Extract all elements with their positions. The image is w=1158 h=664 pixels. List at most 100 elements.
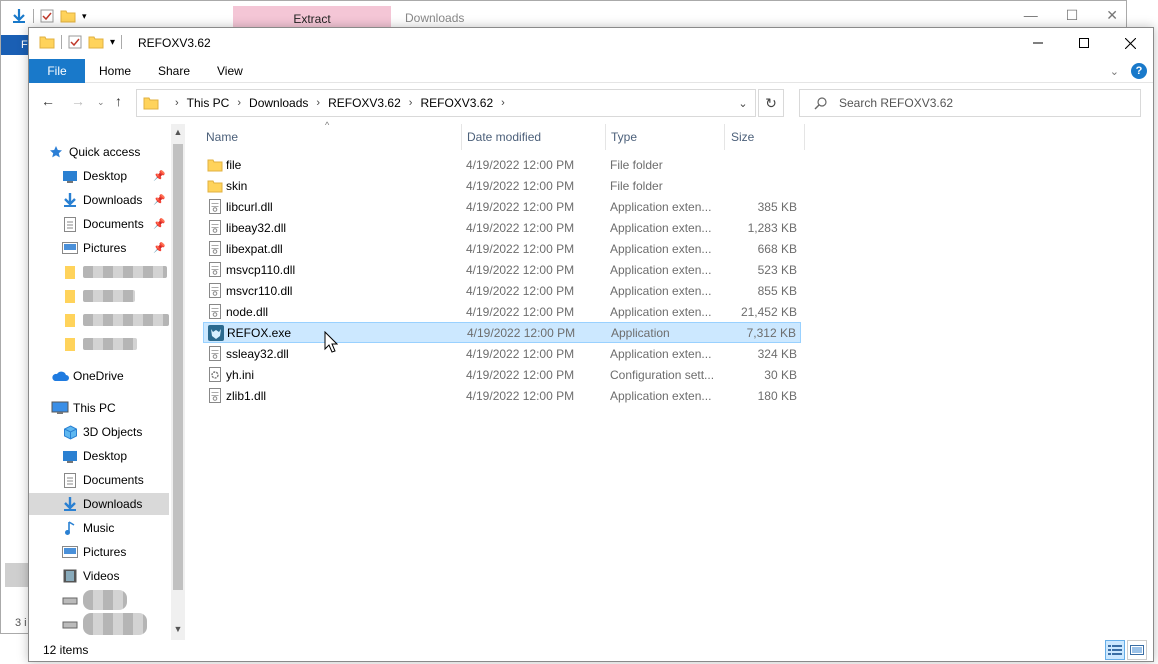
breadcrumb-refoxv362[interactable]: REFOXV3.62 — [328, 96, 401, 110]
file-date-modified: 4/19/2022 12:00 PM — [466, 367, 575, 382]
refresh-button[interactable]: ↻ — [758, 89, 784, 117]
file-name: file — [226, 157, 242, 172]
file-row[interactable]: zlib1.dll 4/19/2022 12:00 PM Application e… — [203, 385, 801, 406]
breadcrumb-downloads[interactable]: Downloads — [249, 96, 308, 110]
properties-icon — [40, 9, 54, 23]
maximize-button[interactable] — [1061, 28, 1107, 58]
nav-onedrive[interactable]: OneDrive — [51, 365, 171, 387]
nav-redacted-folder[interactable] — [61, 261, 171, 283]
file-row[interactable]: skin 4/19/2022 12:00 PM File folder — [203, 175, 801, 196]
chevron-right-icon[interactable]: › — [409, 97, 413, 109]
nav-quick-documents[interactable]: Documents 📌 — [61, 213, 171, 235]
scrollbar-thumb[interactable] — [173, 144, 183, 590]
details-view-button[interactable] — [1105, 640, 1125, 660]
nav-documents[interactable]: Documents — [61, 469, 171, 491]
scroll-down-icon[interactable]: ▼ — [172, 624, 184, 634]
file-size: 385 KB — [757, 199, 797, 214]
dll-icon — [207, 262, 223, 277]
file-row[interactable]: libcurl.dll 4/19/2022 12:00 PM Application… — [203, 196, 801, 217]
column-divider[interactable] — [724, 124, 725, 150]
ribbon-controls: ⌄ ? — [1110, 63, 1147, 79]
nav-quick-access[interactable]: Quick access — [47, 141, 171, 163]
up-arrow-icon[interactable]: ↑ — [115, 93, 122, 109]
tab-file[interactable]: File — [29, 59, 85, 83]
breadcrumb-refoxv362-inner[interactable]: REFOXV3.62 — [420, 96, 493, 110]
file-row[interactable]: REFOX.exe 4/19/2022 12:00 PM Application 7,… — [203, 322, 801, 343]
nav-redacted-drive[interactable] — [61, 589, 171, 611]
nav-downloads[interactable]: Downloads — [29, 493, 169, 515]
recent-locations-icon[interactable]: ⌄ — [97, 97, 105, 108]
file-row[interactable]: msvcp110.dll 4/19/2022 12:00 PM Applicatio… — [203, 259, 801, 280]
nav-quick-downloads[interactable]: Downloads 📌 — [61, 189, 171, 211]
folder-icon — [61, 289, 79, 303]
tab-share[interactable]: Share — [158, 59, 190, 83]
chevron-right-icon[interactable]: › — [501, 97, 505, 109]
background-file-tab[interactable]: F — [1, 35, 31, 55]
tab-home[interactable]: Home — [99, 59, 131, 83]
new-folder-icon[interactable] — [88, 35, 104, 49]
column-header-date[interactable]: Date modified — [467, 124, 597, 150]
close-icon[interactable]: ✕ — [1106, 7, 1118, 24]
cloud-icon — [51, 371, 69, 382]
nav-videos[interactable]: Videos — [61, 565, 171, 587]
expand-ribbon-icon[interactable]: ⌄ — [1110, 65, 1119, 78]
file-row[interactable]: ssleay32.dll 4/19/2022 12:00 PM Applicatio… — [203, 343, 801, 364]
address-dropdown-icon[interactable]: ⌄ — [731, 90, 755, 116]
file-row[interactable]: node.dll 4/19/2022 12:00 PM Application ex… — [203, 301, 801, 322]
nav-this-pc[interactable]: This PC — [51, 397, 171, 419]
background-scroll-fragment — [5, 563, 29, 587]
download-icon — [61, 496, 79, 512]
window-controls — [1015, 28, 1153, 58]
pin-icon[interactable]: 📌 — [153, 243, 165, 254]
address-bar[interactable]: › This PC › Downloads › REFOXV3.62 › REF… — [136, 89, 756, 117]
chevron-right-icon[interactable]: › — [175, 97, 179, 109]
column-header-name[interactable]: Name — [206, 124, 456, 150]
nav-quick-pictures[interactable]: Pictures 📌 — [61, 237, 171, 259]
search-input[interactable] — [839, 96, 1119, 110]
down-arrow-icon — [13, 9, 25, 23]
file-date-modified: 4/19/2022 12:00 PM — [466, 178, 575, 193]
column-header-size[interactable]: Size — [731, 124, 801, 150]
nav-desktop[interactable]: Desktop — [61, 445, 171, 467]
nav-redacted-folder[interactable] — [61, 309, 171, 331]
nav-pane-scrollbar[interactable]: ▲ ▼ — [171, 124, 185, 640]
column-divider[interactable] — [461, 124, 462, 150]
back-arrow-icon[interactable]: ← — [41, 93, 55, 109]
large-icons-view-button[interactable] — [1127, 640, 1147, 660]
nav-music[interactable]: Music — [61, 517, 171, 539]
file-row[interactable]: msvcr110.dll 4/19/2022 12:00 PM Applicatio… — [203, 280, 801, 301]
file-row[interactable]: libeay32.dll 4/19/2022 12:00 PM Applicatio… — [203, 217, 801, 238]
forward-arrow-icon[interactable]: → — [71, 93, 85, 109]
column-header-type[interactable]: Type — [611, 124, 721, 150]
nav-redacted-drive[interactable] — [61, 613, 171, 635]
breadcrumb-this-pc[interactable]: This PC — [187, 96, 230, 110]
pin-icon[interactable]: 📌 — [153, 195, 165, 206]
file-row[interactable]: yh.ini 4/19/2022 12:00 PM Configuration se… — [203, 364, 801, 385]
scroll-up-icon[interactable]: ▲ — [172, 127, 184, 137]
help-button[interactable]: ? — [1131, 63, 1147, 79]
pin-icon[interactable]: 📌 — [153, 219, 165, 230]
file-row[interactable]: libexpat.dll 4/19/2022 12:00 PM Applicatio… — [203, 238, 801, 259]
customize-toolbar-icon[interactable]: ▾ — [110, 37, 115, 48]
nav-redacted-folder[interactable] — [61, 333, 171, 355]
close-button[interactable] — [1107, 28, 1153, 58]
minimize-button[interactable] — [1015, 28, 1061, 58]
pin-icon[interactable]: 📌 — [153, 171, 165, 182]
file-date-modified: 4/19/2022 12:00 PM — [466, 304, 575, 319]
column-divider[interactable] — [605, 124, 606, 150]
nav-3d-objects[interactable]: 3D Objects — [61, 421, 171, 443]
chevron-right-icon[interactable]: › — [237, 97, 241, 109]
properties-icon[interactable] — [68, 35, 82, 49]
file-row[interactable]: file 4/19/2022 12:00 PM File folder — [203, 154, 801, 175]
nav-pictures[interactable]: Pictures — [61, 541, 171, 563]
nav-redacted-folder[interactable] — [61, 285, 171, 307]
maximize-icon[interactable]: ☐ — [1066, 7, 1079, 24]
nav-quick-desktop[interactable]: Desktop 📌 — [61, 165, 171, 187]
minimize-icon[interactable]: — — [1024, 7, 1038, 24]
file-size: 180 KB — [757, 388, 797, 403]
chevron-right-icon[interactable]: › — [316, 97, 320, 109]
tab-view[interactable]: View — [217, 59, 243, 83]
search-box[interactable] — [799, 89, 1141, 117]
file-size: 21,452 KB — [740, 304, 797, 319]
column-divider[interactable] — [804, 124, 805, 150]
